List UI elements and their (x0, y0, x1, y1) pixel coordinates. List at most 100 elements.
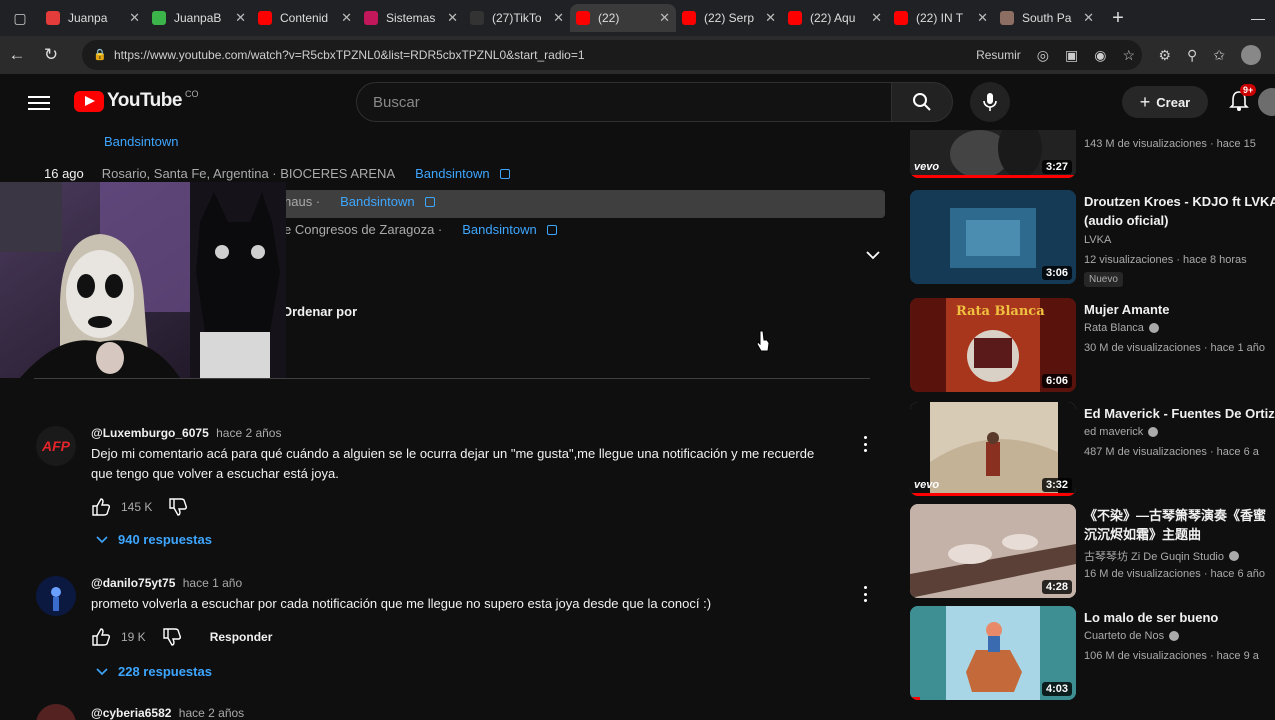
thumbs-up-icon[interactable] (91, 628, 111, 646)
close-tab-icon[interactable]: ✕ (447, 10, 458, 26)
channel-name[interactable]: LVKA (1084, 234, 1111, 246)
related-video[interactable]: 3:06 Droutzen Kroes - KDJO ft LVKA (audi… (908, 190, 1275, 290)
close-tab-icon[interactable]: ✕ (341, 10, 352, 26)
close-tab-icon[interactable]: ✕ (235, 10, 246, 26)
comment-author[interactable]: @cyberia6582 hace 2 años (91, 706, 244, 720)
related-video[interactable]: vevo 3:32 Ed Maverick - Fuentes De Ortiz… (908, 402, 1275, 502)
video-thumbnail[interactable]: vevo 3:27 (910, 130, 1076, 178)
comment-author[interactable]: @Luxemburgo_6075 hace 2 años (91, 426, 281, 440)
chevron-down-icon[interactable] (866, 250, 880, 260)
search-input[interactable]: Buscar (356, 82, 892, 122)
voice-search-button[interactable] (970, 82, 1010, 122)
thumbs-down-icon[interactable] (168, 498, 188, 516)
close-tab-icon[interactable]: ✕ (977, 10, 988, 26)
favorites-icon[interactable]: ✩ (1213, 47, 1225, 64)
comment-menu-icon[interactable] (862, 586, 868, 602)
comment-avatar[interactable]: AFP (36, 426, 76, 466)
channel-name[interactable]: ed maverick (1084, 426, 1143, 438)
comment-menu-icon[interactable] (862, 436, 868, 452)
favorite-star-icon[interactable]: ☆ (1122, 47, 1135, 64)
sort-button[interactable]: Ordenar por (282, 304, 357, 319)
comment-author[interactable]: @danilo75yt75 hace 1 año (91, 576, 242, 590)
video-thumbnail[interactable]: 4:03 (910, 606, 1076, 700)
browser-tab[interactable]: (22) IN T ✕ (888, 4, 994, 32)
tracking-icon[interactable]: ◉ (1094, 47, 1106, 64)
bandsintown-link[interactable]: Bandsintown (462, 222, 536, 237)
watch-progress-bar (910, 175, 1076, 178)
video-channel[interactable]: LVKA (1084, 234, 1111, 246)
reply-button[interactable]: Responder (210, 630, 273, 644)
browser-tab[interactable]: (22) Aqu ✕ (782, 4, 888, 32)
channel-name[interactable]: 古琴琴坊 Zi De Guqin Studio (1084, 548, 1224, 564)
notifications-button[interactable]: 9+ (1228, 84, 1257, 114)
browser-tab[interactable]: Juanpa ✕ (40, 4, 146, 32)
comment-time[interactable]: hace 2 años (179, 706, 244, 720)
tour-row: haus · Bandsintown (284, 194, 435, 209)
comment-username[interactable]: @danilo75yt75 (91, 576, 175, 590)
video-duration: 3:32 (1041, 478, 1072, 492)
video-channel[interactable]: Rata Blanca (1084, 322, 1159, 334)
extensions-icon[interactable]: ⚙ (1158, 47, 1171, 64)
close-tab-icon[interactable]: ✕ (129, 10, 140, 26)
comment-time[interactable]: hace 1 año (183, 576, 242, 590)
bandsintown-link[interactable]: Bandsintown (340, 194, 414, 209)
summarize-button[interactable]: Resumir (976, 48, 1021, 62)
close-tab-icon[interactable]: ✕ (1083, 10, 1094, 26)
new-tab-button[interactable]: + (1100, 0, 1136, 36)
close-tab-icon[interactable]: ✕ (765, 10, 776, 26)
comment-username[interactable]: @Luxemburgo_6075 (91, 426, 209, 440)
comment-avatar[interactable] (36, 704, 76, 720)
tour-link-top[interactable]: Bandsintown (104, 134, 178, 149)
video-channel[interactable]: Cuarteto de Nos (1084, 630, 1180, 642)
comment: @cyberia6582 hace 2 años (36, 704, 876, 720)
related-video[interactable]: vevo 3:27 143 M de visualizaciones · hac… (908, 130, 1275, 184)
thumbs-down-icon[interactable] (162, 628, 182, 646)
back-button[interactable]: ← (0, 38, 34, 72)
menu-icon[interactable] (28, 92, 50, 112)
browser-tab[interactable]: (27)TikTo ✕ (464, 4, 570, 32)
split-screen-icon[interactable]: ⚲ (1187, 47, 1197, 64)
close-tab-icon[interactable]: ✕ (659, 10, 670, 26)
tab-actions-icon[interactable]: ▢ (0, 0, 40, 36)
account-avatar[interactable] (1258, 88, 1275, 116)
channel-name[interactable]: Cuarteto de Nos (1084, 630, 1164, 642)
video-thumbnail[interactable]: Rata Blanca 6:06 (910, 298, 1076, 392)
view-replies-button[interactable]: 228 respuestas (96, 664, 212, 679)
create-button[interactable]: + Crear (1122, 86, 1208, 118)
bandsintown-link[interactable]: Bandsintown (104, 134, 178, 149)
browser-tab[interactable]: South Pa ✕ (994, 4, 1100, 32)
comment-avatar[interactable] (36, 576, 76, 616)
bandsintown-link[interactable]: Bandsintown (415, 166, 489, 181)
channel-name[interactable]: Rata Blanca (1084, 322, 1144, 334)
browser-tab[interactable]: Contenid ✕ (252, 4, 358, 32)
window-minimize-button[interactable]: — (1251, 0, 1265, 36)
vevo-icon: vevo (914, 161, 940, 173)
view-replies-button[interactable]: 940 respuestas (96, 532, 212, 547)
comment-time[interactable]: hace 2 años (216, 426, 281, 440)
profile-icon[interactable] (1241, 45, 1261, 65)
search-button[interactable] (891, 82, 953, 122)
video-channel[interactable]: 古琴琴坊 Zi De Guqin Studio (1084, 548, 1239, 564)
browser-tab[interactable]: Sistemas ✕ (358, 4, 464, 32)
browser-tab[interactable]: (22) ✕ (570, 4, 676, 32)
close-tab-icon[interactable]: ✕ (553, 10, 564, 26)
thumbs-up-icon[interactable] (91, 498, 111, 516)
related-video[interactable]: 4:28 《不染》—古琴箫琴演奏《香蜜沉沉烬如霜》主题曲 古琴琴坊 Zi De … (908, 504, 1275, 604)
video-thumbnail[interactable]: vevo 3:32 (910, 402, 1076, 496)
related-video[interactable]: Rata Blanca 6:06 Mujer Amante Rata Blanc… (908, 298, 1275, 398)
video-thumbnail[interactable]: 4:28 (910, 504, 1076, 598)
video-channel[interactable]: ed maverick (1084, 426, 1159, 438)
youtube-logo[interactable]: YouTube CO (74, 89, 198, 112)
search-placeholder: Buscar (373, 93, 420, 111)
close-tab-icon[interactable]: ✕ (871, 10, 882, 26)
video-thumbnail[interactable]: 3:06 (910, 190, 1076, 284)
browser-tab[interactable]: JuanpaB ✕ (146, 4, 252, 32)
reload-button[interactable]: ↻ (34, 38, 68, 72)
reader-icon[interactable]: ▣ (1065, 47, 1078, 64)
browser-tab[interactable]: (22) Serp ✕ (676, 4, 782, 32)
translate-icon[interactable]: ◎ (1037, 47, 1049, 64)
comment-username[interactable]: @cyberia6582 (91, 706, 171, 720)
related-video[interactable]: 4:03 Lo malo de ser bueno Cuarteto de No… (908, 606, 1275, 706)
tab-title: (22) (598, 11, 620, 25)
video-title-line: Droutzen Kroes - KDJO ft LVKA (1084, 194, 1275, 209)
